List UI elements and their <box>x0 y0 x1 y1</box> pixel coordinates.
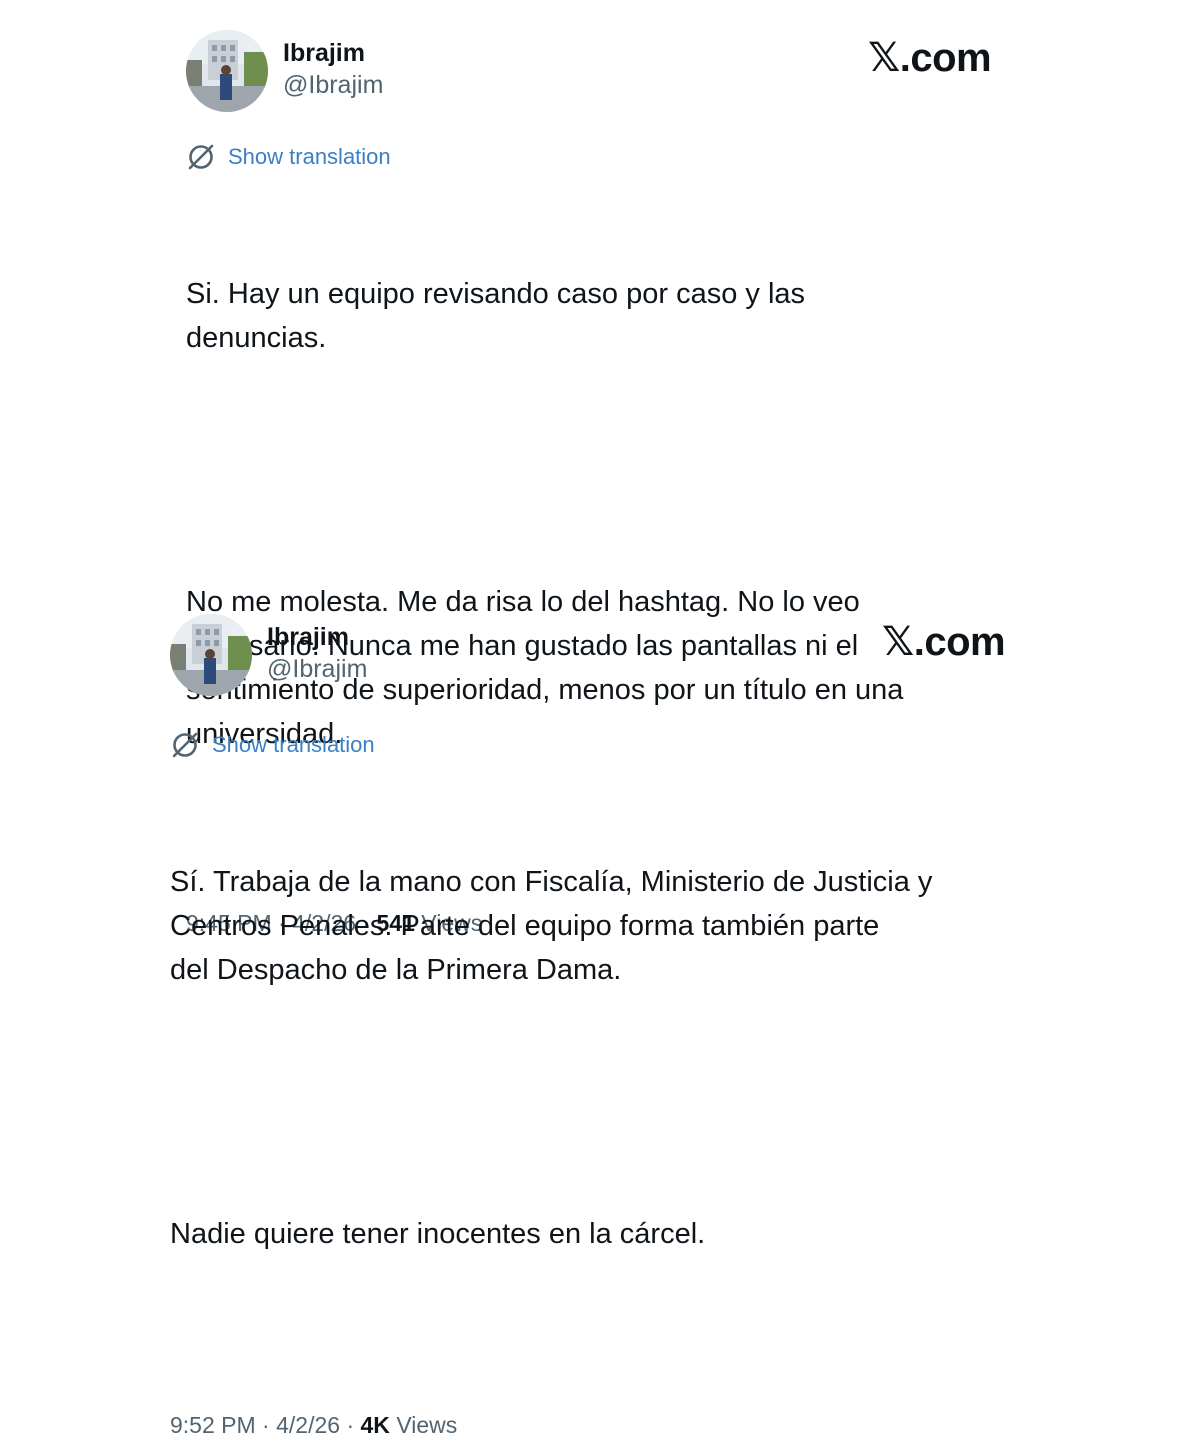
meta-separator: · <box>346 1412 355 1438</box>
x-brand-watermark: 𝕏.com <box>868 36 992 80</box>
avatar[interactable] <box>170 614 252 696</box>
tweet-paragraph: Nadie quiere tener inocentes en la cárce… <box>170 1218 706 1250</box>
user-info: Ibrajim @Ibrajim <box>267 622 367 686</box>
user-handle[interactable]: @Ibrajim <box>283 68 383 102</box>
x-brand-watermark: 𝕏.com <box>882 620 1006 664</box>
user-info: Ibrajim @Ibrajim <box>283 38 383 102</box>
show-translation-button[interactable]: Show translation <box>170 728 1070 762</box>
avatar[interactable] <box>186 30 268 112</box>
translate-globe-icon <box>172 732 198 758</box>
meta-separator: · <box>262 1412 270 1438</box>
tweet-text: Sí. Trabaja de la mano con Fiscalía, Min… <box>170 772 1070 1344</box>
tweet-header: Ibrajim @Ibrajim 𝕏.com <box>170 612 1070 696</box>
display-name[interactable]: Ibrajim <box>267 622 367 652</box>
profile-photo-icon <box>186 30 268 112</box>
tweet-paragraph: Si. Hay un equipo revisando caso por cas… <box>186 278 806 354</box>
translate-globe-icon <box>188 144 214 170</box>
tweet-header: Ibrajim @Ibrajim 𝕏.com <box>186 28 1046 112</box>
tweet-paragraph: Sí. Trabaja de la mano con Fiscalía, Min… <box>170 866 933 986</box>
show-translation-label[interactable]: Show translation <box>212 732 375 758</box>
user-handle[interactable]: @Ibrajim <box>267 652 367 686</box>
display-name[interactable]: Ibrajim <box>283 38 383 68</box>
show-translation-label[interactable]: Show translation <box>228 144 391 170</box>
show-translation-button[interactable]: Show translation <box>186 140 1046 174</box>
views-count[interactable]: 4K <box>361 1412 390 1438</box>
tweet-meta: 9:52 PM · 4/2/26 · 4K Views <box>170 1410 1070 1440</box>
tweet-card: Ibrajim @Ibrajim 𝕏.com Show translation … <box>170 612 1070 1440</box>
tweet-date[interactable]: 4/2/26 <box>276 1412 340 1438</box>
profile-photo-icon <box>170 614 252 696</box>
tweet-time[interactable]: 9:52 PM <box>170 1412 256 1438</box>
views-label: Views <box>396 1412 458 1438</box>
